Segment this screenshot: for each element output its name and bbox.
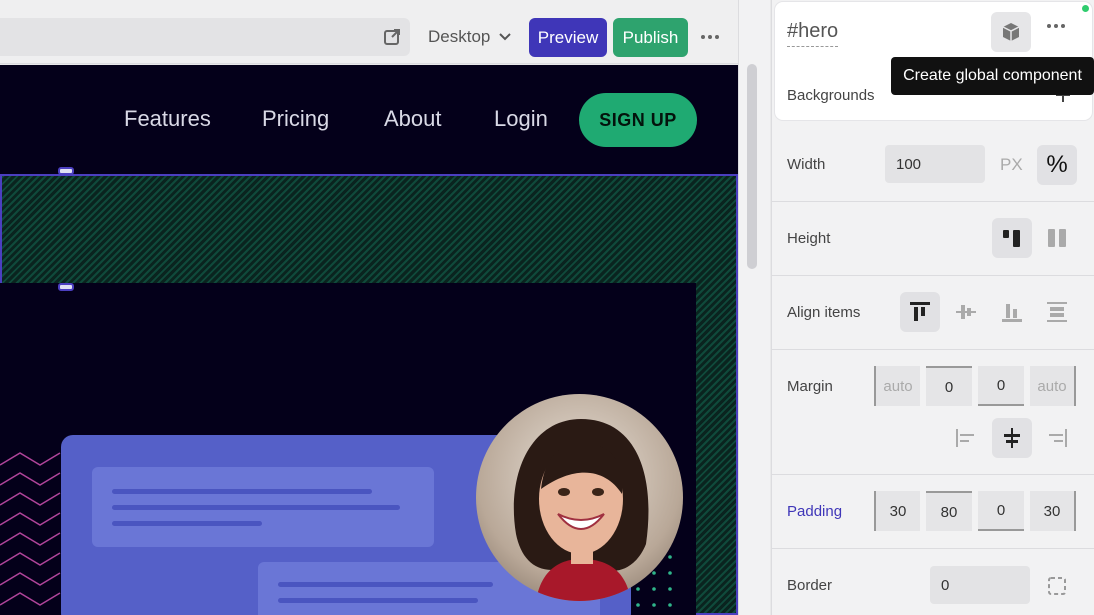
mockup-inner-card: [92, 467, 434, 547]
top-toolbar: Desktop Preview Publish: [0, 0, 738, 64]
border-label: Border: [787, 577, 833, 594]
border-icon: [1048, 577, 1066, 595]
align-right-icon: [1049, 429, 1067, 447]
more-icon[interactable]: [701, 29, 723, 45]
cube-icon: [1002, 23, 1020, 41]
height-label: Height: [787, 230, 831, 247]
align-center-icon: [956, 305, 976, 319]
canvas-scrollbar-thumb[interactable]: [747, 64, 757, 269]
margin-label: Margin: [787, 378, 833, 395]
height-fixed-button[interactable]: [992, 218, 1032, 258]
nav-link-about[interactable]: About: [384, 106, 442, 132]
hash-symbol: #: [787, 20, 799, 42]
nav-link-pricing[interactable]: Pricing: [262, 106, 329, 132]
align-bottom-button[interactable]: [992, 292, 1032, 332]
element-name: hero: [798, 20, 839, 42]
padding-right-input[interactable]: 30: [1030, 491, 1076, 531]
margin-left-input[interactable]: auto: [874, 366, 920, 406]
unit-px-button[interactable]: PX: [1000, 155, 1023, 175]
zigzag-decoration: [0, 452, 61, 606]
status-dot: [1082, 5, 1089, 12]
padding-top-input[interactable]: 80: [926, 491, 972, 531]
resize-handle-padding[interactable]: [58, 283, 74, 291]
align-bottom-icon: [1002, 304, 1022, 322]
person-photo: [476, 394, 683, 601]
backgrounds-label: Backgrounds: [787, 87, 875, 104]
element-id-field[interactable]: #hero: [787, 20, 839, 47]
signup-button[interactable]: SIGN UP: [579, 93, 697, 147]
margin-bottom-input[interactable]: 0: [978, 366, 1024, 406]
url-bar[interactable]: [0, 18, 410, 56]
resize-handle-top[interactable]: [58, 167, 74, 175]
global-component-button[interactable]: [991, 12, 1031, 52]
align-stretch-button[interactable]: [1037, 292, 1077, 332]
percent-icon: %: [1046, 151, 1068, 178]
align-top-button[interactable]: [900, 292, 940, 332]
height-fixed-icon: [1003, 230, 1020, 247]
padding-left-input[interactable]: 30: [874, 491, 920, 531]
height-auto-button[interactable]: [1037, 218, 1077, 258]
border-input[interactable]: 0: [930, 566, 1030, 604]
tooltip: Create global component: [891, 57, 1094, 95]
nav-link-features[interactable]: Features: [124, 106, 211, 132]
unit-percent-button[interactable]: %: [1037, 145, 1077, 185]
align-stretch-icon: [1047, 302, 1067, 322]
border-style-button[interactable]: [1037, 566, 1077, 606]
preview-button[interactable]: Preview: [529, 18, 607, 57]
padding-bottom-input[interactable]: 0: [978, 491, 1024, 531]
external-link-icon[interactable]: [383, 28, 401, 46]
align-center-h-icon: [1004, 428, 1020, 448]
align-top-icon: [910, 302, 930, 321]
padding-label: Padding: [787, 503, 843, 520]
device-label: Desktop: [428, 27, 491, 46]
margin-top-input[interactable]: 0: [926, 366, 972, 406]
more-icon[interactable]: [1047, 24, 1065, 28]
width-input[interactable]: 100: [885, 145, 985, 183]
align-left-button[interactable]: [946, 418, 986, 458]
align-left-icon: [956, 429, 974, 447]
align-label: Align items: [787, 304, 861, 321]
align-right-button[interactable]: [1037, 418, 1077, 458]
chevron-down-icon: [499, 33, 512, 41]
align-center-button[interactable]: [946, 292, 986, 332]
height-auto-icon: [1048, 229, 1066, 247]
plus-icon[interactable]: [1056, 95, 1070, 102]
publish-button[interactable]: Publish: [613, 18, 688, 57]
width-label: Width: [787, 156, 826, 173]
nav-link-login[interactable]: Login: [494, 106, 548, 132]
align-center-h-button[interactable]: [992, 418, 1032, 458]
device-select[interactable]: Desktop: [428, 27, 512, 47]
margin-right-input[interactable]: auto: [1030, 366, 1076, 406]
page-canvas[interactable]: Features Pricing About Login SIGN UP: [0, 65, 738, 615]
